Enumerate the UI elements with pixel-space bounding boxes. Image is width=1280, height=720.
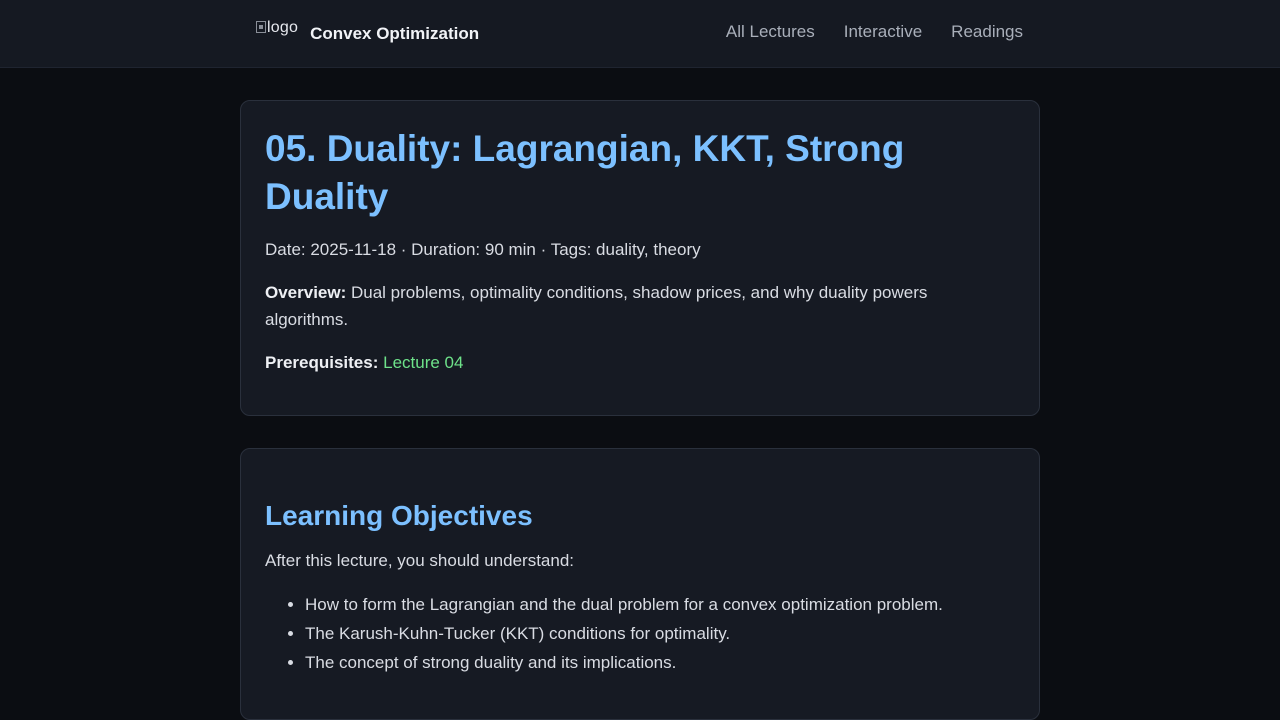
learning-objectives-card: Learning Objectives After this lecture, … bbox=[240, 448, 1040, 720]
overview-label: Overview: bbox=[265, 283, 347, 302]
objectives-heading: Learning Objectives bbox=[265, 500, 533, 531]
prerequisite-link-lecture-04[interactable]: Lecture 04 bbox=[383, 353, 463, 372]
objectives-list: How to form the Lagrangian and the dual … bbox=[265, 590, 1015, 677]
brand[interactable]: logo Convex Optimization bbox=[256, 16, 479, 50]
list-item: The Karush-Kuhn-Tucker (KKT) conditions … bbox=[305, 619, 1015, 648]
overview-text: Dual problems, optimality conditions, sh… bbox=[265, 283, 928, 329]
objectives-intro: After this lecture, you should understan… bbox=[265, 551, 575, 570]
list-item: How to form the Lagrangian and the dual … bbox=[305, 590, 1015, 619]
prerequisites-label: Prerequisites: bbox=[265, 353, 379, 372]
nav-link-interactive[interactable]: Interactive bbox=[844, 22, 922, 42]
site-title[interactable]: Convex Optimization bbox=[310, 24, 479, 44]
top-nav-bar: logo Convex Optimization All Lectures In… bbox=[0, 0, 1280, 68]
lecture-overview: Overview: Dual problems, optimality cond… bbox=[265, 279, 1015, 333]
logo-image: logo bbox=[256, 16, 298, 50]
nav-link-all-lectures[interactable]: All Lectures bbox=[726, 22, 815, 42]
logo-alt-text: logo bbox=[267, 19, 299, 36]
main-nav: All Lectures Interactive Readings bbox=[726, 22, 1023, 42]
nav-link-readings[interactable]: Readings bbox=[951, 22, 1023, 42]
lecture-prerequisites: Prerequisites: Lecture 04 bbox=[265, 349, 1015, 376]
broken-image-icon bbox=[256, 21, 266, 33]
list-item: The concept of strong duality and its im… bbox=[305, 648, 1015, 677]
lecture-header-card: 05. Duality: Lagrangian, KKT, Strong Dua… bbox=[240, 100, 1040, 416]
lecture-title: 05. Duality: Lagrangian, KKT, Strong Dua… bbox=[265, 128, 905, 217]
lecture-meta: Date: 2025-11-18 · Duration: 90 min · Ta… bbox=[265, 240, 701, 259]
